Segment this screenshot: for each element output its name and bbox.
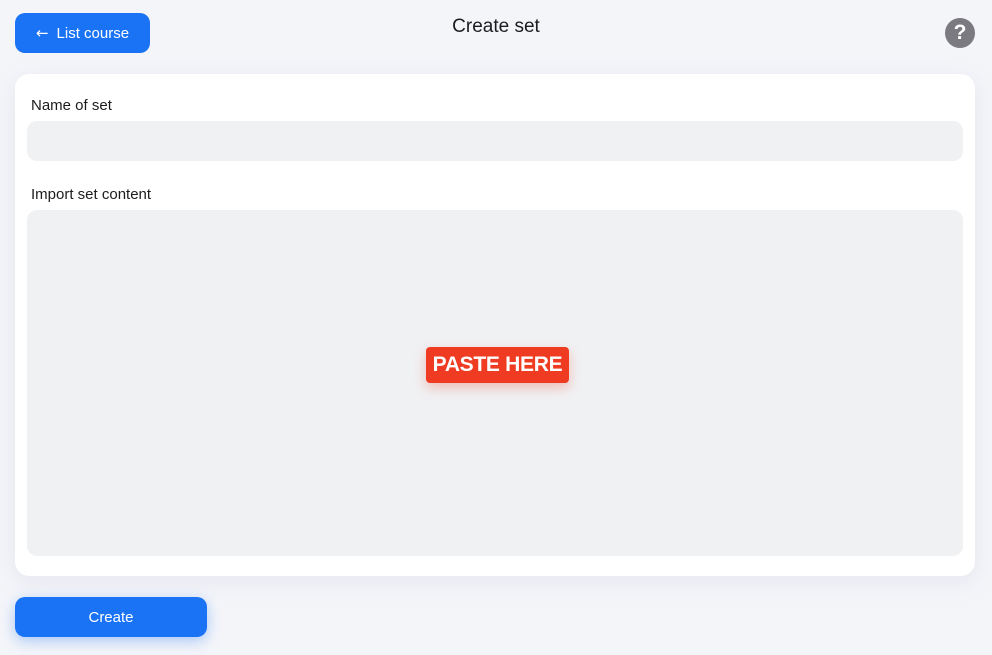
import-set-content-area[interactable]: PASTE HERE — [27, 210, 963, 556]
create-set-form-card: Name of set Import set content PASTE HER… — [15, 74, 975, 576]
create-button[interactable]: Create — [15, 597, 207, 637]
page-title: Create set — [452, 16, 540, 37]
question-mark-icon[interactable]: ? — [945, 18, 975, 48]
name-of-set-label: Name of set — [31, 97, 112, 114]
name-of-set-input[interactable] — [27, 121, 963, 161]
import-set-content-label: Import set content — [31, 186, 152, 203]
paste-here-badge: PASTE HERE — [426, 347, 569, 383]
